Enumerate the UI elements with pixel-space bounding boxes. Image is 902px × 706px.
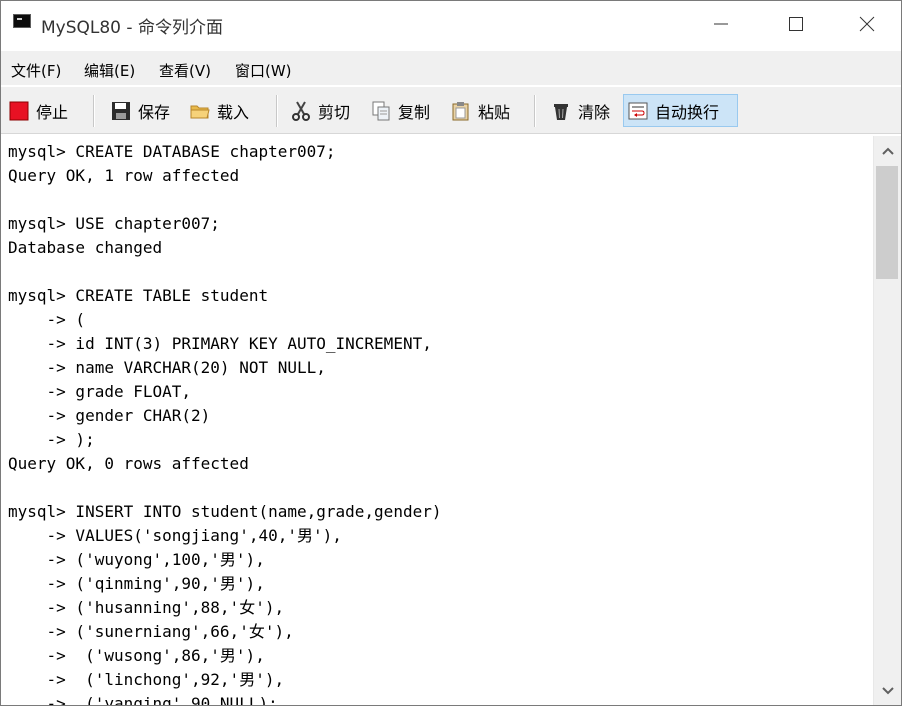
chevron-down-icon <box>882 687 894 695</box>
console-line: -> ( <box>8 310 86 329</box>
toolbar-divider <box>93 95 95 127</box>
console-line: mysql> INSERT INTO student(name,grade,ge… <box>8 502 442 521</box>
close-icon <box>859 16 875 32</box>
paste-button[interactable]: 粘贴 <box>451 94 510 127</box>
folder-icon <box>190 101 210 121</box>
scroll-down-button[interactable] <box>874 677 901 705</box>
copy-label: 复制 <box>398 102 431 122</box>
console-line: Query OK, 1 row affected <box>8 166 240 185</box>
minimize-button[interactable] <box>698 1 744 47</box>
toolbar-divider <box>534 95 536 127</box>
menu-view[interactable]: 查看(V) <box>159 60 211 81</box>
maximize-icon <box>789 17 803 31</box>
word-wrap-toggle[interactable]: 自动换行 <box>623 94 738 127</box>
word-wrap-label: 自动换行 <box>655 102 720 122</box>
window-title: MySQL80 - 命令列介面 <box>41 18 223 38</box>
console-line: -> gender CHAR(2) <box>8 406 211 425</box>
vertical-scrollbar[interactable] <box>873 136 901 705</box>
save-button[interactable]: 保存 <box>111 94 170 127</box>
scroll-up-button[interactable] <box>874 136 901 166</box>
minimize-icon <box>714 23 728 25</box>
save-label: 保存 <box>138 102 171 122</box>
console-line: -> ('linchong',92,'男'), <box>8 670 285 689</box>
load-button[interactable]: 载入 <box>190 94 249 127</box>
console-app-icon <box>13 14 31 28</box>
console-line: -> ('sunerniang',66,'女'), <box>8 622 294 641</box>
menu-file[interactable]: 文件(F) <box>11 60 61 81</box>
save-icon <box>111 101 131 121</box>
console-line: Database changed <box>8 238 163 257</box>
menu-edit[interactable]: 编辑(E) <box>84 60 135 81</box>
title-bar[interactable]: MySQL80 - 命令列介面 <box>1 1 901 47</box>
maximize-button[interactable] <box>773 1 819 47</box>
console-line: -> ('wusong',86,'男'), <box>8 646 265 665</box>
console-line: mysql> USE chapter007; <box>8 214 220 233</box>
toolbar: 停止 保存 载入 剪切 复制 粘贴 清除 自动换行 <box>1 87 901 134</box>
stop-label: 停止 <box>36 102 69 122</box>
cut-label: 剪切 <box>318 102 351 122</box>
copy-icon <box>371 101 391 121</box>
close-button[interactable] <box>844 1 890 47</box>
trash-icon <box>551 101 571 121</box>
scissors-icon <box>291 100 311 121</box>
console-line: -> VALUES('songjiang',40,'男'), <box>8 526 342 545</box>
copy-button[interactable]: 复制 <box>371 94 430 127</box>
clear-label: 清除 <box>578 102 611 122</box>
console-line: -> ('qinming',90,'男'), <box>8 574 265 593</box>
console-line: mysql> CREATE DATABASE chapter007; <box>8 142 336 161</box>
menu-bar: 文件(F) 编辑(E) 查看(V) 窗口(W) <box>1 51 901 85</box>
cut-button[interactable]: 剪切 <box>291 94 350 127</box>
toolbar-divider <box>276 95 278 127</box>
console-line: -> ('husanning',88,'女'), <box>8 598 285 617</box>
load-label: 载入 <box>217 102 250 122</box>
console-line: -> name VARCHAR(20) NOT NULL, <box>8 358 326 377</box>
stop-icon <box>9 101 29 121</box>
menu-window[interactable]: 窗口(W) <box>235 60 292 81</box>
console-line: Query OK, 0 rows affected <box>8 454 249 473</box>
console-line: -> grade FLOAT, <box>8 382 192 401</box>
stop-button[interactable]: 停止 <box>9 94 68 127</box>
console-output[interactable]: mysql> CREATE DATABASE chapter007; Query … <box>1 134 873 705</box>
console-line: mysql> CREATE TABLE student <box>8 286 269 305</box>
chevron-up-icon <box>882 147 894 155</box>
word-wrap-icon <box>628 101 648 121</box>
console-text: mysql> CREATE DATABASE chapter007; Query … <box>8 140 441 705</box>
console-window: MySQL80 - 命令列介面 文件(F) 编辑(E) 查看(V) 窗口(W) … <box>0 0 902 706</box>
paste-label: 粘贴 <box>478 102 511 122</box>
clear-button[interactable]: 清除 <box>551 94 610 127</box>
console-line: -> ('yanqing',90,NULL); <box>8 694 278 705</box>
console-line: -> ('wuyong',100,'男'), <box>8 550 265 569</box>
scrollbar-thumb[interactable] <box>876 166 898 279</box>
console-line: -> id INT(3) PRIMARY KEY AUTO_INCREMENT, <box>8 334 432 353</box>
console-line: -> ); <box>8 430 95 449</box>
clipboard-icon <box>451 101 471 121</box>
